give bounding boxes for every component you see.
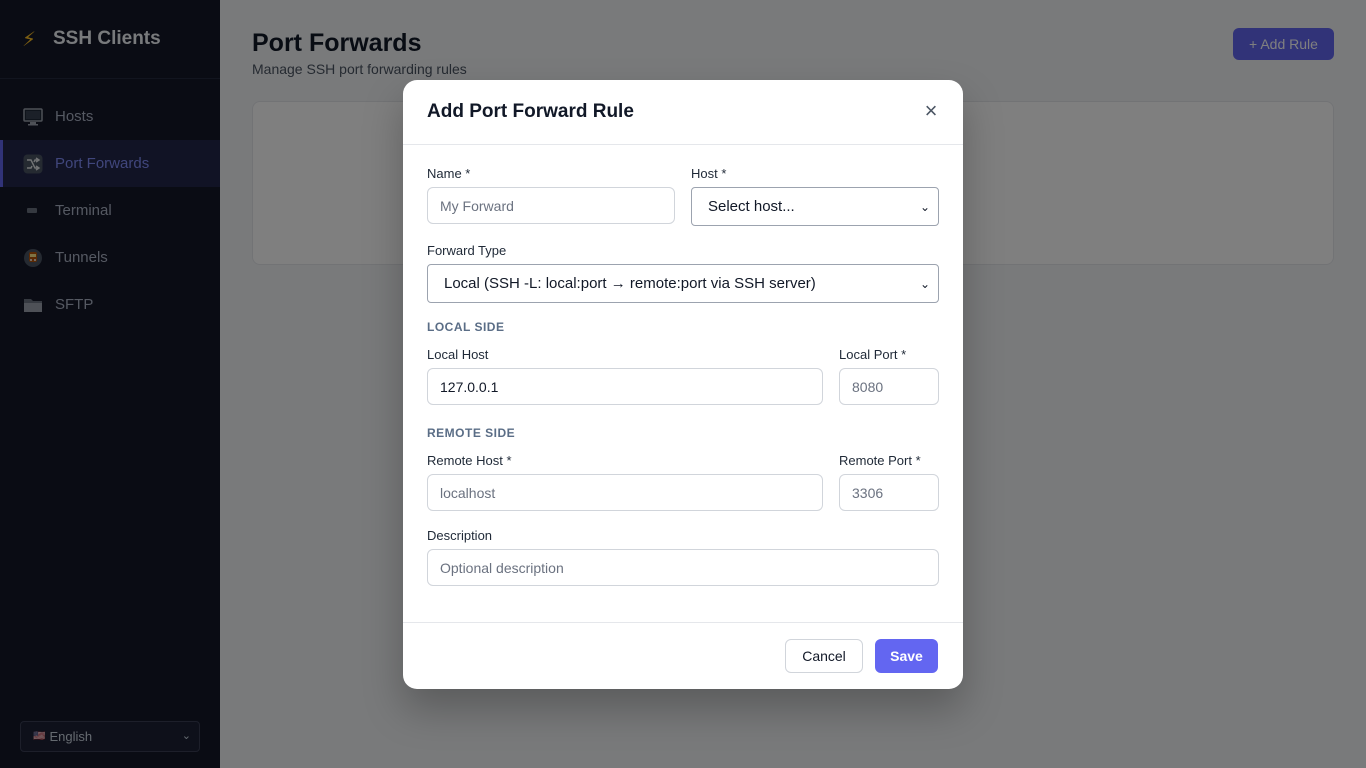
host-label: Host *	[691, 166, 727, 181]
chevron-down-icon: ⌄	[919, 199, 930, 214]
remote-host-input[interactable]: localhost	[427, 474, 823, 511]
host-select[interactable]: Select host... ⌄	[691, 187, 939, 226]
remote-port-input[interactable]: 3306	[839, 474, 939, 511]
modal-title: Add Port Forward Rule	[427, 101, 634, 122]
description-label: Description	[427, 528, 493, 543]
host-select-value: Select host...	[708, 198, 795, 215]
close-icon[interactable]: ×	[921, 98, 941, 123]
add-port-forward-modal: Add Port Forward Rule × Name * My Forwar…	[403, 80, 963, 689]
description-input[interactable]: Optional description	[427, 549, 939, 586]
remote-side-heading: REMOTE SIDE	[427, 426, 516, 440]
local-host-label: Local Host	[427, 347, 489, 362]
name-input[interactable]: My Forward	[427, 187, 675, 224]
save-button[interactable]: Save	[875, 639, 938, 673]
local-port-input[interactable]: 8080	[839, 368, 939, 405]
forward-type-select[interactable]: Local (SSH -L: local:port → remote:port …	[427, 264, 939, 303]
modal-footer: Cancel Save	[403, 622, 963, 689]
cancel-button[interactable]: Cancel	[785, 639, 863, 673]
forward-type-value: Local (SSH -L: local:port → remote:port …	[444, 275, 816, 292]
local-port-label: Local Port *	[839, 347, 907, 362]
local-host-input[interactable]: 127.0.0.1	[427, 368, 823, 405]
chevron-down-icon: ⌄	[919, 276, 930, 291]
remote-port-label: Remote Port *	[839, 453, 921, 468]
remote-host-label: Remote Host *	[427, 453, 512, 468]
name-label: Name *	[427, 166, 471, 181]
modal-header: Add Port Forward Rule ×	[403, 80, 963, 145]
forward-type-label: Forward Type	[427, 243, 507, 258]
local-side-heading: LOCAL SIDE	[427, 320, 505, 334]
